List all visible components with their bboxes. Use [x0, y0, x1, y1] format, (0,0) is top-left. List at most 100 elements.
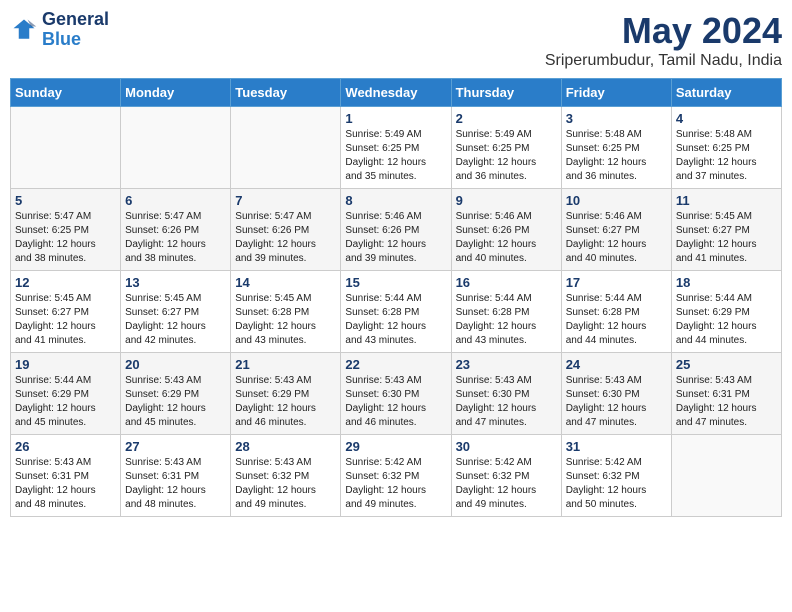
calendar-cell: 28 Sunrise: 5:43 AM Sunset: 6:32 PM Dayli… — [231, 435, 341, 517]
day-info: Sunrise: 5:46 AM Sunset: 6:26 PM Dayligh… — [345, 210, 446, 266]
day-info: Sunrise: 5:45 AM Sunset: 6:27 PM Dayligh… — [15, 292, 116, 348]
weekday-header-friday: Friday — [561, 79, 671, 107]
day-info: Sunrise: 5:44 AM Sunset: 6:28 PM Dayligh… — [345, 292, 446, 348]
day-info: Sunrise: 5:43 AM Sunset: 6:30 PM Dayligh… — [456, 374, 557, 430]
day-number: 8 — [345, 193, 446, 208]
day-info: Sunrise: 5:45 AM Sunset: 6:27 PM Dayligh… — [676, 210, 777, 266]
day-info: Sunrise: 5:48 AM Sunset: 6:25 PM Dayligh… — [676, 128, 777, 184]
day-info: Sunrise: 5:45 AM Sunset: 6:27 PM Dayligh… — [125, 292, 226, 348]
calendar-cell: 6Sunrise: 5:47 AM Sunset: 6:26 PM Daylig… — [121, 189, 231, 271]
calendar-cell: 2Sunrise: 5:49 AM Sunset: 6:25 PM Daylig… — [451, 107, 561, 189]
calendar-cell: 27Sunrise: 5:43 AM Sunset: 6:31 PM Dayli… — [121, 435, 231, 517]
calendar-cell: 1 Sunrise: 5:49 AM Sunset: 6:25 PM Daylig… — [341, 107, 451, 189]
day-info: Sunrise: 5:45 AM Sunset: 6:28 PM Dayligh… — [235, 292, 336, 348]
day-number: 25 — [676, 357, 777, 372]
calendar-cell — [121, 107, 231, 189]
day-info: Sunrise: 5:43 AM Sunset: 6:30 PM Dayligh… — [345, 374, 446, 430]
weekday-header-tuesday: Tuesday — [231, 79, 341, 107]
calendar-cell: 11Sunrise: 5:45 AM Sunset: 6:27 PM Dayli… — [671, 189, 781, 271]
day-number: 9 — [456, 193, 557, 208]
calendar-cell: 21 Sunrise: 5:43 AM Sunset: 6:29 PM Dayli… — [231, 353, 341, 435]
calendar-cell: 30Sunrise: 5:42 AM Sunset: 6:32 PM Dayli… — [451, 435, 561, 517]
weekday-header-row: SundayMondayTuesdayWednesdayThursdayFrid… — [11, 79, 782, 107]
calendar-cell: 10Sunrise: 5:46 AM Sunset: 6:27 PM Dayli… — [561, 189, 671, 271]
day-number: 23 — [456, 357, 557, 372]
calendar-body: 1 Sunrise: 5:49 AM Sunset: 6:25 PM Daylig… — [11, 107, 782, 517]
weekday-header-wednesday: Wednesday — [341, 79, 451, 107]
calendar-cell: 29 Sunrise: 5:42 AM Sunset: 6:32 PM Dayli… — [341, 435, 451, 517]
calendar-week-2: 5Sunrise: 5:47 AM Sunset: 6:25 PM Daylig… — [11, 189, 782, 271]
weekday-header-sunday: Sunday — [11, 79, 121, 107]
day-info: Sunrise: 5:44 AM Sunset: 6:28 PM Dayligh… — [456, 292, 557, 348]
logo-icon — [10, 16, 38, 44]
day-info: Sunrise: 5:43 AM Sunset: 6:31 PM Dayligh… — [15, 456, 116, 512]
calendar-cell: 19Sunrise: 5:44 AM Sunset: 6:29 PM Dayli… — [11, 353, 121, 435]
calendar-cell: 26 Sunrise: 5:43 AM Sunset: 6:31 PM Dayli… — [11, 435, 121, 517]
day-number: 26 — [15, 439, 116, 454]
calendar-cell: 13 Sunrise: 5:45 AM Sunset: 6:27 PM Dayli… — [121, 271, 231, 353]
logo-line1: General — [42, 10, 109, 30]
day-number: 19 — [15, 357, 116, 372]
day-info: Sunrise: 5:44 AM Sunset: 6:28 PM Dayligh… — [566, 292, 667, 348]
day-info: Sunrise: 5:42 AM Sunset: 6:32 PM Dayligh… — [456, 456, 557, 512]
calendar-cell: 15 Sunrise: 5:44 AM Sunset: 6:28 PM Dayli… — [341, 271, 451, 353]
calendar-cell — [11, 107, 121, 189]
calendar-cell: 14 Sunrise: 5:45 AM Sunset: 6:28 PM Dayli… — [231, 271, 341, 353]
calendar-cell: 23 Sunrise: 5:43 AM Sunset: 6:30 PM Dayli… — [451, 353, 561, 435]
calendar-cell: 8 Sunrise: 5:46 AM Sunset: 6:26 PM Daylig… — [341, 189, 451, 271]
day-number: 18 — [676, 275, 777, 290]
calendar-cell: 7 Sunrise: 5:47 AM Sunset: 6:26 PM Daylig… — [231, 189, 341, 271]
calendar-cell: 4 Sunrise: 5:48 AM Sunset: 6:25 PM Daylig… — [671, 107, 781, 189]
day-number: 13 — [125, 275, 226, 290]
calendar-cell — [671, 435, 781, 517]
day-number: 4 — [676, 111, 777, 126]
calendar-cell: 5Sunrise: 5:47 AM Sunset: 6:25 PM Daylig… — [11, 189, 121, 271]
day-info: Sunrise: 5:43 AM Sunset: 6:30 PM Dayligh… — [566, 374, 667, 430]
calendar-cell: 12 Sunrise: 5:45 AM Sunset: 6:27 PM Dayli… — [11, 271, 121, 353]
day-number: 24 — [566, 357, 667, 372]
day-info: Sunrise: 5:46 AM Sunset: 6:26 PM Dayligh… — [456, 210, 557, 266]
day-info: Sunrise: 5:43 AM Sunset: 6:29 PM Dayligh… — [235, 374, 336, 430]
logo-line2: Blue — [42, 30, 109, 50]
page-header: General Blue May 2024 Sriperumbudur, Tam… — [10, 10, 782, 70]
day-number: 20 — [125, 357, 226, 372]
day-info: Sunrise: 5:49 AM Sunset: 6:25 PM Dayligh… — [345, 128, 446, 184]
calendar-week-1: 1 Sunrise: 5:49 AM Sunset: 6:25 PM Daylig… — [11, 107, 782, 189]
calendar-cell: 9 Sunrise: 5:46 AM Sunset: 6:26 PM Daylig… — [451, 189, 561, 271]
day-info: Sunrise: 5:43 AM Sunset: 6:29 PM Dayligh… — [125, 374, 226, 430]
day-number: 28 — [235, 439, 336, 454]
day-number: 1 — [345, 111, 446, 126]
calendar-cell: 3Sunrise: 5:48 AM Sunset: 6:25 PM Daylig… — [561, 107, 671, 189]
calendar-cell: 22Sunrise: 5:43 AM Sunset: 6:30 PM Dayli… — [341, 353, 451, 435]
location-subtitle: Sriperumbudur, Tamil Nadu, India — [545, 52, 782, 70]
day-number: 29 — [345, 439, 446, 454]
day-number: 15 — [345, 275, 446, 290]
day-number: 27 — [125, 439, 226, 454]
day-number: 5 — [15, 193, 116, 208]
day-number: 7 — [235, 193, 336, 208]
calendar-table: SundayMondayTuesdayWednesdayThursdayFrid… — [10, 78, 782, 517]
calendar-week-4: 19Sunrise: 5:44 AM Sunset: 6:29 PM Dayli… — [11, 353, 782, 435]
calendar-cell: 17 Sunrise: 5:44 AM Sunset: 6:28 PM Dayli… — [561, 271, 671, 353]
day-info: Sunrise: 5:42 AM Sunset: 6:32 PM Dayligh… — [345, 456, 446, 512]
weekday-header-saturday: Saturday — [671, 79, 781, 107]
calendar-cell: 25 Sunrise: 5:43 AM Sunset: 6:31 PM Dayli… — [671, 353, 781, 435]
day-number: 14 — [235, 275, 336, 290]
calendar-week-5: 26 Sunrise: 5:43 AM Sunset: 6:31 PM Dayli… — [11, 435, 782, 517]
calendar-week-3: 12 Sunrise: 5:45 AM Sunset: 6:27 PM Dayli… — [11, 271, 782, 353]
calendar-cell: 31Sunrise: 5:42 AM Sunset: 6:32 PM Dayli… — [561, 435, 671, 517]
logo: General Blue — [10, 10, 109, 50]
day-info: Sunrise: 5:43 AM Sunset: 6:32 PM Dayligh… — [235, 456, 336, 512]
day-number: 21 — [235, 357, 336, 372]
day-number: 17 — [566, 275, 667, 290]
day-info: Sunrise: 5:47 AM Sunset: 6:26 PM Dayligh… — [235, 210, 336, 266]
weekday-header-thursday: Thursday — [451, 79, 561, 107]
month-title: May 2024 — [545, 10, 782, 52]
calendar-header: SundayMondayTuesdayWednesdayThursdayFrid… — [11, 79, 782, 107]
day-info: Sunrise: 5:43 AM Sunset: 6:31 PM Dayligh… — [676, 374, 777, 430]
day-number: 12 — [15, 275, 116, 290]
title-block: May 2024 Sriperumbudur, Tamil Nadu, Indi… — [545, 10, 782, 70]
day-info: Sunrise: 5:44 AM Sunset: 6:29 PM Dayligh… — [676, 292, 777, 348]
day-info: Sunrise: 5:46 AM Sunset: 6:27 PM Dayligh… — [566, 210, 667, 266]
day-info: Sunrise: 5:49 AM Sunset: 6:25 PM Dayligh… — [456, 128, 557, 184]
